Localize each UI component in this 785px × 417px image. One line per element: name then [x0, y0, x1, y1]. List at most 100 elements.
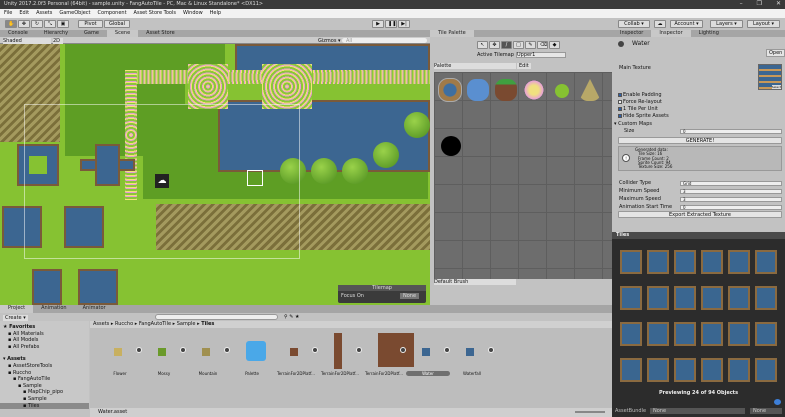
- asset-label[interactable]: Flower: [98, 371, 142, 376]
- pause-button[interactable]: ❚❚: [385, 20, 397, 28]
- camera-gizmo-icon[interactable]: ☁: [155, 174, 169, 188]
- picker-icon[interactable]: ✎: [525, 41, 536, 49]
- asset-label[interactable]: Palette: [230, 371, 274, 376]
- account-button[interactable]: Account ▾: [670, 20, 703, 28]
- generate-button[interactable]: GENERATE!: [618, 137, 782, 144]
- tile-thumbnail[interactable]: [674, 286, 696, 310]
- tile-thumbnail[interactable]: [701, 358, 723, 382]
- menu-asset-store-tools[interactable]: Asset Store Tools: [134, 9, 176, 18]
- play-preview-icon[interactable]: [180, 347, 186, 353]
- tree-item[interactable]: ▪ All Models: [8, 337, 38, 343]
- tile-thumbnail[interactable]: [755, 250, 777, 274]
- paint-brush-icon[interactable]: /: [501, 41, 512, 49]
- tree-item[interactable]: ▪ AssetStoreTools: [8, 363, 52, 369]
- rotate-tool-icon[interactable]: ↻: [31, 20, 43, 28]
- menu-window[interactable]: Window: [183, 9, 203, 18]
- move-tool-icon[interactable]: ✥: [489, 41, 500, 49]
- move-tool-icon[interactable]: ✥: [18, 20, 30, 28]
- asset-icon[interactable]: [290, 348, 298, 356]
- min-speed-field[interactable]: 3: [680, 189, 782, 194]
- play-preview-icon[interactable]: [224, 347, 230, 353]
- enable-padding-checkbox[interactable]: Enable Padding: [618, 92, 662, 98]
- asset-icon[interactable]: [246, 341, 266, 361]
- scene-search[interactable]: All: [342, 38, 427, 44]
- asset-icon[interactable]: [114, 348, 122, 356]
- asset-label[interactable]: TerrainFor2DPlatf...: [318, 371, 362, 376]
- asset-icon[interactable]: [466, 348, 474, 356]
- breadcrumb-item[interactable]: Rucchо: [115, 321, 133, 327]
- mossy-tile[interactable]: [555, 84, 569, 98]
- max-speed-field[interactable]: 3: [680, 197, 782, 202]
- breadcrumb-item[interactable]: Assets: [93, 321, 109, 327]
- tree-item[interactable]: ▪ FangAutoTile: [13, 376, 50, 382]
- rect-tool-icon[interactable]: ▣: [57, 20, 69, 28]
- tile-thumbnail[interactable]: [674, 322, 696, 346]
- tile-per-unit-checkbox[interactable]: 1 Tile Per Unit: [618, 106, 658, 112]
- play-preview-icon[interactable]: [444, 347, 450, 353]
- custom-maps-foldout[interactable]: ▾ Custom Maps: [614, 121, 652, 127]
- step-button[interactable]: ▶|: [398, 20, 410, 28]
- play-preview-icon[interactable]: [488, 347, 494, 353]
- asset-icon[interactable]: [202, 348, 210, 356]
- play-preview-icon[interactable]: [312, 347, 318, 353]
- tile-thumbnail[interactable]: [647, 286, 669, 310]
- select-button[interactable]: Select: [771, 85, 781, 89]
- active-tilemap-dropdown[interactable]: Upper1: [516, 52, 566, 58]
- tile-thumbnail[interactable]: [647, 250, 669, 274]
- tile-thumbnail[interactable]: [620, 358, 642, 382]
- tile-thumbnail[interactable]: [755, 286, 777, 310]
- force-relayout-checkbox[interactable]: Force Re-layout: [618, 99, 662, 105]
- variant-dropdown[interactable]: None: [750, 408, 782, 414]
- project-search[interactable]: [155, 314, 278, 320]
- tree-item[interactable]: ▪ Sample: [23, 396, 47, 402]
- palette-dropdown[interactable]: Palette: [434, 63, 516, 69]
- close-button[interactable]: ✕: [776, 0, 781, 7]
- tree-item[interactable]: ▪ All Materials: [8, 331, 44, 337]
- select-tool-icon[interactable]: ↖: [477, 41, 488, 49]
- layers-button[interactable]: Layers ▾: [710, 20, 743, 28]
- filter-icons[interactable]: ⚲ ✎ ★: [284, 314, 300, 320]
- menu-file[interactable]: File: [4, 9, 12, 18]
- tab-inspector-1[interactable]: Inspector: [612, 30, 651, 37]
- mountain-tile[interactable]: [579, 79, 601, 101]
- tile-thumbnail[interactable]: [620, 250, 642, 274]
- tab-tile-palette[interactable]: Tile Palette: [430, 30, 474, 37]
- cloud-icon[interactable]: ☁: [654, 20, 666, 28]
- eraser-icon[interactable]: ⌫: [537, 41, 548, 49]
- tree-item[interactable]: ▪ Tiles: [0, 402, 89, 409]
- tree-item[interactable]: ▪ All Prefabs: [8, 344, 39, 350]
- focus-dropdown[interactable]: None: [400, 293, 420, 299]
- tab-animation[interactable]: Animation: [33, 305, 75, 313]
- tree-item[interactable]: ▪ MapChip_pipo: [23, 389, 63, 395]
- menu-edit[interactable]: Edit: [19, 9, 29, 18]
- collab-button[interactable]: Collab ▾: [618, 20, 650, 28]
- tile-thumbnail[interactable]: [701, 250, 723, 274]
- asset-label[interactable]: Mountain: [186, 371, 230, 376]
- assetbundle-dropdown[interactable]: None: [650, 408, 745, 414]
- menu-help[interactable]: Help: [210, 9, 221, 18]
- tile-thumbnail[interactable]: [728, 250, 750, 274]
- tab-scene[interactable]: Scene: [106, 30, 139, 37]
- tile-thumbnail[interactable]: [701, 286, 723, 310]
- play-preview-icon[interactable]: [136, 347, 142, 353]
- texture-thumbnail[interactable]: Select: [758, 64, 782, 90]
- tile-thumbnail[interactable]: [647, 322, 669, 346]
- tab-project[interactable]: Project: [0, 305, 34, 313]
- edit-button[interactable]: Edit: [517, 63, 531, 69]
- asset-label[interactable]: TerrainFor2DPlatf...: [274, 371, 318, 376]
- asset-icon[interactable]: [334, 333, 342, 369]
- waterfall-tile[interactable]: [467, 79, 489, 101]
- tile-thumbnail[interactable]: [620, 322, 642, 346]
- maximize-button[interactable]: ❐: [757, 0, 762, 7]
- asset-icon[interactable]: [378, 333, 414, 367]
- tile-thumbnail[interactable]: [755, 322, 777, 346]
- breadcrumb-item[interactable]: Tiles: [201, 321, 214, 327]
- collider-type-dropdown[interactable]: Grid: [680, 181, 782, 186]
- tree-item[interactable]: ★ Favorites: [3, 324, 35, 330]
- asset-icon[interactable]: [158, 348, 166, 356]
- palette-grid[interactable]: [434, 72, 612, 279]
- preview-toggle-icon[interactable]: [774, 399, 781, 405]
- tree-item[interactable]: ▪ Rucchо: [8, 370, 31, 376]
- erase-tile[interactable]: [441, 136, 461, 156]
- tile-thumbnail[interactable]: [728, 322, 750, 346]
